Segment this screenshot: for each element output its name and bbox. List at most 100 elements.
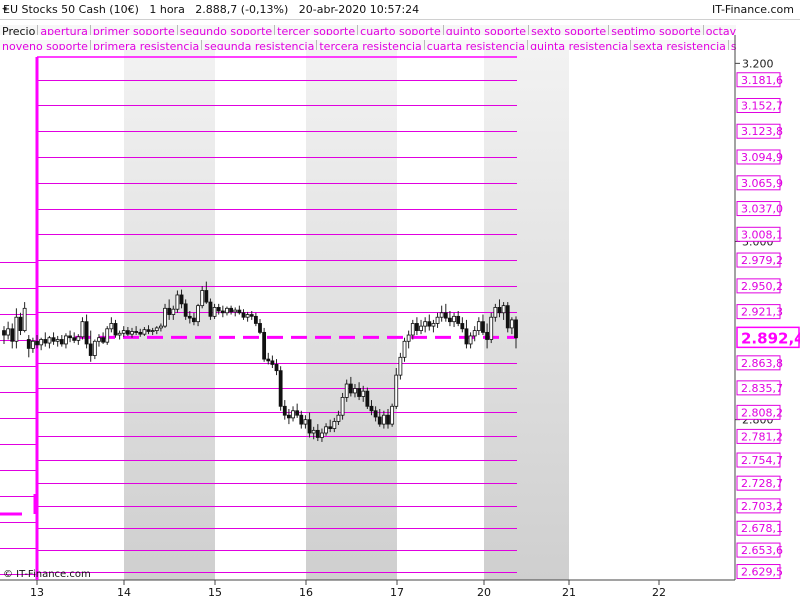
candle-body[interactable]: [274, 364, 279, 372]
candle-body[interactable]: [39, 339, 44, 346]
candle-body[interactable]: [183, 303, 188, 317]
candle-body[interactable]: [361, 390, 366, 397]
candle-body[interactable]: [163, 307, 167, 327]
candle-body[interactable]: [47, 337, 52, 344]
candle-body[interactable]: [472, 330, 477, 337]
candle-body[interactable]: [88, 343, 93, 356]
candle-body[interactable]: [125, 330, 130, 335]
candle-body[interactable]: [481, 321, 485, 333]
candle-body[interactable]: [241, 312, 246, 318]
candle-body[interactable]: [299, 414, 304, 425]
candle-body[interactable]: [249, 314, 254, 317]
candle-body[interactable]: [514, 319, 518, 339]
candle-body[interactable]: [187, 315, 192, 319]
candle-body[interactable]: [398, 356, 403, 376]
candle-body[interactable]: [357, 388, 361, 397]
candle-body[interactable]: [154, 327, 159, 331]
candle-body[interactable]: [406, 334, 411, 342]
candle-body[interactable]: [59, 339, 64, 345]
candle-body[interactable]: [460, 323, 465, 330]
candle-body[interactable]: [324, 426, 328, 434]
candle-body[interactable]: [489, 316, 494, 340]
candle-body[interactable]: [179, 294, 184, 305]
candle-body[interactable]: [386, 414, 390, 425]
candle-body[interactable]: [295, 410, 300, 416]
candle-body[interactable]: [291, 410, 295, 419]
candle-body[interactable]: [287, 414, 291, 419]
candle-body[interactable]: [509, 319, 514, 329]
candle-body[interactable]: [390, 405, 395, 425]
candle-body[interactable]: [237, 309, 242, 314]
candle-body[interactable]: [6, 328, 11, 336]
candle-body[interactable]: [336, 414, 341, 422]
candle-body[interactable]: [18, 316, 23, 331]
candle-body[interactable]: [278, 370, 283, 407]
candle-body[interactable]: [150, 330, 155, 332]
candle-body[interactable]: [303, 419, 308, 425]
candle-body[interactable]: [204, 290, 209, 303]
candle-body[interactable]: [443, 312, 448, 319]
candle-body[interactable]: [344, 383, 349, 398]
candle-body[interactable]: [270, 360, 275, 365]
candle-body[interactable]: [216, 307, 221, 312]
candle-body[interactable]: [35, 340, 39, 346]
candle-body[interactable]: [171, 308, 176, 315]
candle-body[interactable]: [22, 307, 27, 331]
candle-body[interactable]: [320, 432, 324, 438]
candle-body[interactable]: [456, 315, 461, 324]
candle-body[interactable]: [109, 323, 114, 330]
candle-body[interactable]: [196, 305, 200, 323]
candle-body[interactable]: [497, 307, 502, 314]
candle-body[interactable]: [448, 317, 452, 323]
candle-body[interactable]: [101, 337, 105, 343]
candle-body[interactable]: [353, 388, 357, 394]
candle-body[interactable]: [315, 429, 320, 438]
candle-body[interactable]: [377, 416, 382, 425]
candle-body[interactable]: [26, 339, 31, 349]
candle-body[interactable]: [43, 339, 48, 344]
candle-body[interactable]: [501, 305, 506, 314]
candle-body[interactable]: [415, 323, 419, 331]
candle-body[interactable]: [208, 301, 213, 317]
candle-body[interactable]: [142, 329, 147, 335]
candle-body[interactable]: [427, 321, 432, 327]
candle-body[interactable]: [266, 358, 271, 362]
candle-body[interactable]: [72, 337, 77, 341]
candle-body[interactable]: [92, 340, 97, 356]
candle-body[interactable]: [55, 339, 60, 342]
candle-body[interactable]: [2, 330, 6, 336]
candle-body[interactable]: [97, 337, 101, 342]
candle-body[interactable]: [51, 337, 56, 342]
candle-body[interactable]: [439, 312, 444, 318]
candle-body[interactable]: [464, 328, 469, 345]
candle-body[interactable]: [220, 310, 225, 314]
candle-body[interactable]: [76, 336, 81, 341]
candle-body[interactable]: [394, 374, 399, 407]
candle-body[interactable]: [105, 328, 110, 343]
candle-body[interactable]: [381, 414, 386, 425]
candle-body[interactable]: [348, 383, 353, 394]
candle-body[interactable]: [452, 315, 456, 323]
candle-body[interactable]: [468, 335, 473, 345]
candle-body[interactable]: [200, 290, 205, 307]
candle-body[interactable]: [121, 330, 126, 334]
candle-body[interactable]: [31, 340, 35, 349]
candle-body[interactable]: [332, 421, 337, 429]
candle-body[interactable]: [402, 340, 407, 358]
candle-body[interactable]: [225, 307, 229, 314]
candle-body[interactable]: [311, 429, 316, 434]
candle-body[interactable]: [229, 307, 233, 313]
candle-body[interactable]: [64, 335, 68, 345]
candle-body[interactable]: [340, 396, 345, 416]
candle-body[interactable]: [253, 315, 258, 324]
candle-body[interactable]: [130, 331, 134, 335]
candle-body[interactable]: [258, 323, 262, 333]
candle-body[interactable]: [84, 321, 89, 345]
candle-body[interactable]: [134, 331, 139, 333]
candle-body[interactable]: [14, 316, 19, 342]
candle-body[interactable]: [476, 321, 481, 331]
candle-body[interactable]: [262, 331, 267, 360]
candle-body[interactable]: [233, 309, 238, 313]
candle-body[interactable]: [307, 419, 312, 434]
candle-body[interactable]: [373, 410, 378, 418]
